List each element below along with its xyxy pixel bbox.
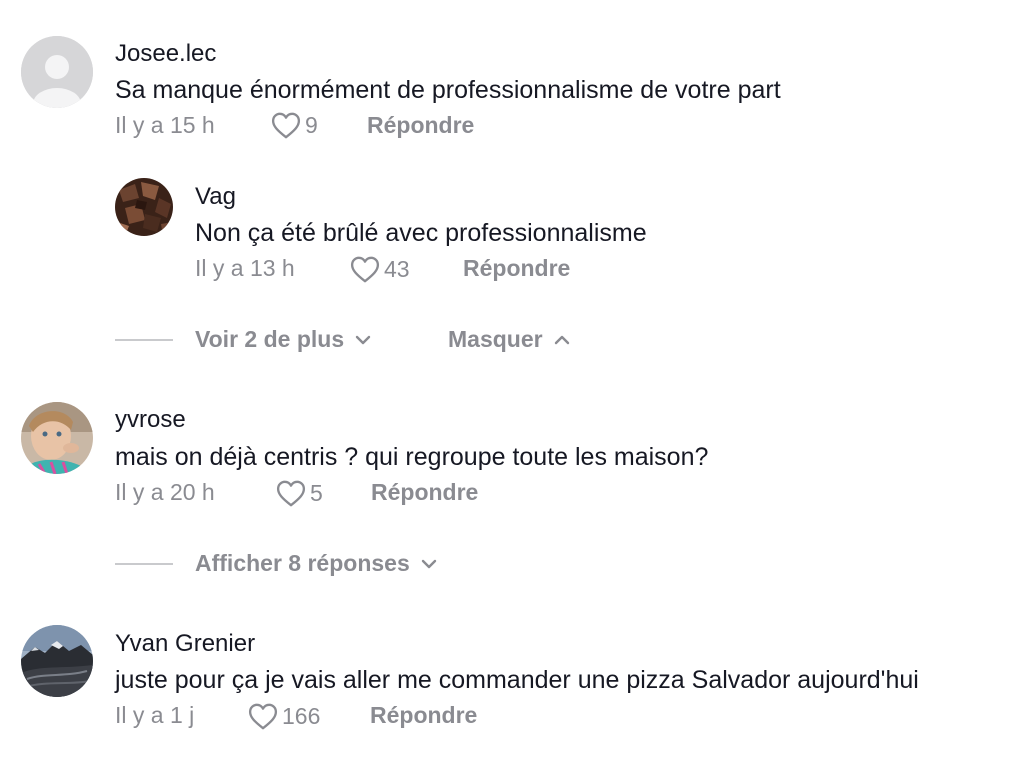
chevron-down-icon bbox=[421, 559, 436, 568]
heart-icon bbox=[276, 480, 306, 507]
heart-icon bbox=[350, 256, 380, 283]
like-count: 43 bbox=[384, 256, 410, 282]
comment-text: Non ça été brûlé avec professionnalisme bbox=[195, 219, 647, 247]
hide-label: Masquer bbox=[448, 326, 543, 352]
hide-replies-button[interactable]: Masquer bbox=[448, 326, 571, 353]
comment-timestamp: Il y a 1 j bbox=[115, 702, 195, 728]
like-count: 5 bbox=[310, 480, 323, 506]
show-replies-button[interactable]: Afficher 8 réponses bbox=[195, 550, 438, 577]
comment-username[interactable]: Josee.lec bbox=[115, 40, 216, 68]
comment-text: Sa manque énormément de professionnalism… bbox=[115, 76, 781, 104]
like-button[interactable]: 9 bbox=[271, 112, 318, 139]
like-button[interactable]: 43 bbox=[350, 256, 410, 283]
like-count: 9 bbox=[305, 112, 318, 138]
like-button[interactable]: 166 bbox=[248, 703, 320, 730]
chocolate-photo-icon bbox=[115, 178, 173, 236]
comment-timestamp: Il y a 20 h bbox=[115, 479, 215, 505]
comment-timestamp: Il y a 15 h bbox=[115, 112, 215, 138]
comment-text: juste pour ça je vais aller me commander… bbox=[115, 666, 919, 694]
show-replies-label: Afficher 8 réponses bbox=[195, 550, 410, 576]
heart-icon bbox=[271, 112, 301, 139]
avatar[interactable] bbox=[21, 625, 93, 697]
thread-divider bbox=[115, 339, 173, 341]
like-count: 166 bbox=[282, 703, 321, 729]
thread-divider bbox=[115, 563, 173, 565]
child-photo-icon bbox=[21, 402, 93, 474]
chevron-down-icon bbox=[355, 335, 371, 344]
like-button[interactable]: 5 bbox=[276, 480, 323, 507]
comment-username[interactable]: Vag bbox=[195, 183, 236, 211]
heart-icon bbox=[248, 703, 278, 730]
comment-username[interactable]: Yvan Grenier bbox=[115, 630, 255, 658]
reply-button[interactable]: Répondre bbox=[367, 112, 474, 139]
reply-button[interactable]: Répondre bbox=[371, 479, 478, 506]
comment-text: mais on déjà centris ? qui regroupe tout… bbox=[115, 443, 709, 471]
avatar[interactable] bbox=[21, 36, 93, 108]
chevron-up-icon bbox=[554, 335, 569, 344]
view-more-replies-button[interactable]: Voir 2 de plus bbox=[195, 326, 372, 353]
comment-timestamp: Il y a 13 h bbox=[195, 255, 295, 281]
default-avatar-icon bbox=[21, 36, 93, 108]
avatar[interactable] bbox=[115, 178, 173, 236]
reply-button[interactable]: Répondre bbox=[370, 702, 477, 729]
reply-button[interactable]: Répondre bbox=[463, 255, 570, 282]
comment-username[interactable]: yvrose bbox=[115, 406, 186, 434]
view-more-label: Voir 2 de plus bbox=[195, 326, 345, 352]
mountain-photo-icon bbox=[21, 625, 93, 697]
avatar[interactable] bbox=[21, 402, 93, 474]
